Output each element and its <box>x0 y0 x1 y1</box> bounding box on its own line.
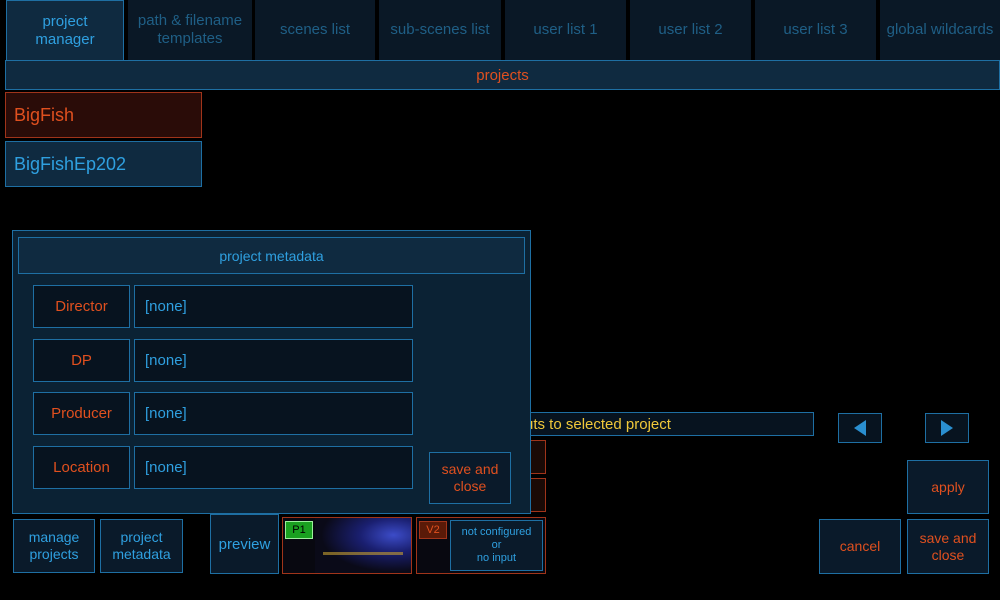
producer-field[interactable]: [none] <box>134 392 413 435</box>
dialog-title: project metadata <box>219 247 324 264</box>
projects-header: projects <box>5 60 1000 90</box>
tab-project-manager[interactable]: project manager <box>6 0 124 60</box>
location-label: Location <box>33 446 130 489</box>
project-item-label: BigFishEp202 <box>14 153 127 174</box>
p1-badge: P1 <box>285 521 313 539</box>
apply-button[interactable]: apply <box>907 460 989 514</box>
status-text: uts to selected project <box>525 415 671 433</box>
preview-button[interactable]: preview <box>210 514 279 574</box>
save-and-close-button[interactable]: save and close <box>907 519 989 574</box>
tab-user-list-3[interactable]: user list 3 <box>755 0 876 60</box>
dp-field[interactable]: [none] <box>134 339 413 382</box>
tab-user-list-1[interactable]: user list 1 <box>505 0 626 60</box>
project-metadata-dialog: project metadata Director [none] DP [non… <box>12 230 531 514</box>
v2-status: not configured or no input <box>450 520 543 571</box>
triangle-right-icon <box>941 420 953 436</box>
project-item-label: BigFish <box>14 104 75 125</box>
p1-thumbnail[interactable]: P1 <box>282 517 412 574</box>
location-field[interactable]: [none] <box>134 446 413 489</box>
tab-sub-scenes-list[interactable]: sub-scenes list <box>379 0 501 60</box>
triangle-left-icon <box>854 420 866 436</box>
tab-path-filename-templates[interactable]: path & filename templates <box>128 0 252 60</box>
project-metadata-button[interactable]: project metadata <box>100 519 183 573</box>
projects-header-label: projects <box>476 66 529 84</box>
tab-global-wildcards[interactable]: global wildcards <box>880 0 1000 60</box>
director-label: Director <box>33 285 130 328</box>
tab-scenes-list[interactable]: scenes list <box>255 0 375 60</box>
prev-button[interactable] <box>838 413 882 443</box>
preview-image <box>315 518 411 573</box>
tab-user-list-2[interactable]: user list 2 <box>630 0 751 60</box>
manage-projects-button[interactable]: manage projects <box>13 519 95 573</box>
preview-lights <box>323 552 403 555</box>
project-item[interactable]: BigFishEp202 <box>5 141 202 187</box>
project-item-selected[interactable]: BigFish <box>5 92 202 138</box>
dialog-save-close-button[interactable]: save and close <box>429 452 511 504</box>
next-button[interactable] <box>925 413 969 443</box>
v2-thumbnail[interactable]: V2 not configured or no input <box>416 517 546 574</box>
dialog-title-bar: project metadata <box>18 237 525 274</box>
cancel-button[interactable]: cancel <box>819 519 901 574</box>
director-field[interactable]: [none] <box>134 285 413 328</box>
status-bar: uts to selected project <box>520 412 814 436</box>
producer-label: Producer <box>33 392 130 435</box>
dp-label: DP <box>33 339 130 382</box>
v2-badge: V2 <box>419 521 447 539</box>
